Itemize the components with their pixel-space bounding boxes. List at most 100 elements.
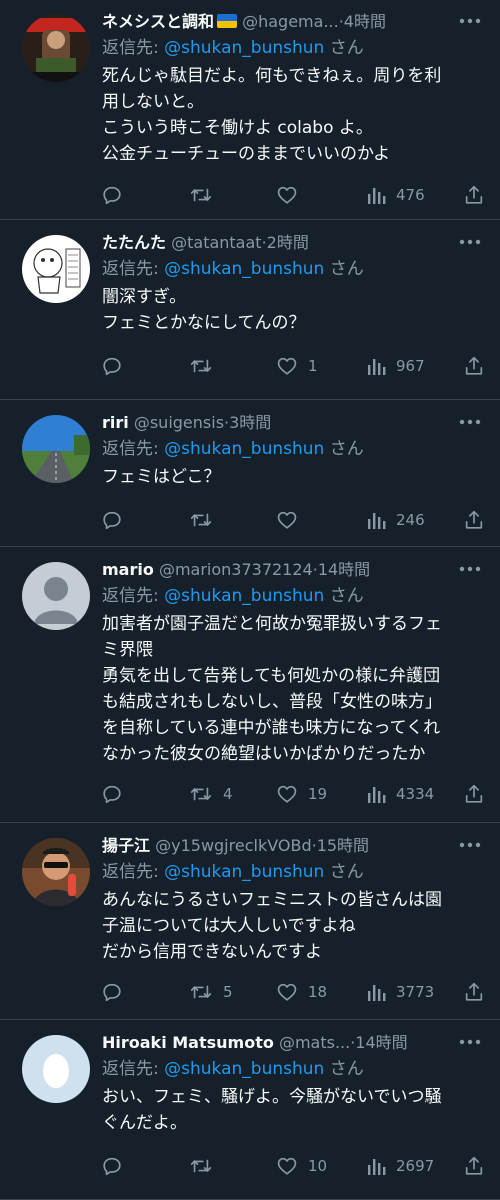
bar-chart-icon: [366, 510, 386, 530]
replying-to: 返信先: @shukan_bunshun さん: [102, 35, 364, 61]
share-button[interactable]: [463, 505, 485, 535]
reply-button[interactable]: [101, 779, 133, 809]
retweet-button[interactable]: [189, 351, 223, 381]
heart-icon: [276, 981, 298, 1003]
tweet[interactable]: 揚子江 @y15wgjreclkVOBd·15時間 返信先: @shukan_bu…: [0, 824, 500, 1020]
more-options-icon[interactable]: [458, 412, 482, 432]
tweet-text: 加害者が園子温だと何故か冤罪扱いするフェ ミ界隈 勇気を出して告発しても何処かの様に…: [102, 611, 482, 767]
tweet[interactable]: たたんた @tatantaat·2時間 返信先: @shukan_bunshun …: [0, 221, 500, 400]
tweet-text-line: 子温については大人しいですよね: [102, 916, 356, 936]
display-name[interactable]: たたんた: [102, 233, 166, 252]
share-button[interactable]: [463, 977, 485, 1007]
more-options-icon[interactable]: [458, 835, 482, 855]
user-handle[interactable]: @suigensis: [134, 413, 224, 432]
views-button[interactable]: 476: [366, 180, 425, 210]
display-name[interactable]: Hiroaki Matsumoto: [102, 1033, 274, 1052]
display-name[interactable]: riri: [102, 413, 129, 432]
reply-button[interactable]: [101, 977, 133, 1007]
replying-to: 返信先: @shukan_bunshun さん: [102, 436, 364, 462]
more-options-icon[interactable]: [458, 232, 482, 252]
reply-prefix: 返信先:: [102, 259, 159, 279]
like-button[interactable]: 10: [276, 1151, 327, 1181]
retweet-button[interactable]: [189, 180, 223, 210]
display-name[interactable]: mario: [102, 560, 154, 579]
retweet-icon: [189, 509, 213, 531]
avatar[interactable]: [22, 14, 90, 82]
user-handle[interactable]: @y15wgjreclkVOBd: [155, 836, 311, 855]
reply-to-link[interactable]: @shukan_bunshun: [164, 38, 324, 58]
share-button[interactable]: [463, 1151, 485, 1181]
display-name[interactable]: ネメシスと調和: [102, 12, 214, 31]
tweet-text-line: 死んじゃ駄目だよ。何もできねぇ。周りを利: [102, 66, 442, 86]
user-handle[interactable]: @tatantaat: [171, 233, 261, 252]
reply-to-link[interactable]: @shukan_bunshun: [164, 586, 324, 606]
retweet-icon: [189, 1155, 213, 1177]
avatar[interactable]: [22, 838, 90, 906]
user-handle[interactable]: @hagema...: [242, 12, 339, 31]
reply-prefix: 返信先:: [102, 862, 159, 882]
share-icon: [463, 184, 485, 206]
tweet-text-line: なかった彼女の絶望はいかばかりだったか: [102, 744, 426, 764]
bar-chart-icon: [366, 1156, 386, 1176]
like-button[interactable]: 19: [276, 779, 327, 809]
tweet-header: mario @marion37372124·14時間: [102, 557, 452, 583]
retweet-count: 5: [223, 983, 233, 1001]
like-button[interactable]: 1: [276, 351, 318, 381]
like-button[interactable]: [276, 180, 308, 210]
avatar[interactable]: [22, 235, 90, 303]
views-button[interactable]: 246: [366, 505, 425, 535]
reply-button[interactable]: [101, 1151, 133, 1181]
user-handle[interactable]: @marion37372124: [159, 560, 313, 579]
timestamp[interactable]: 3時間: [229, 413, 271, 432]
tweet-header: ネメシスと調和 @hagema...·4時間: [102, 9, 452, 35]
display-name[interactable]: 揚子江: [102, 836, 150, 855]
reply-suffix: さん: [329, 586, 364, 606]
more-options-icon[interactable]: [458, 559, 482, 579]
retweet-button[interactable]: [189, 1151, 223, 1181]
views-button[interactable]: 4334: [366, 779, 434, 809]
more-options-icon[interactable]: [458, 1032, 482, 1052]
reply-button[interactable]: [101, 351, 133, 381]
views-button[interactable]: 967: [366, 351, 425, 381]
views-button[interactable]: 2697: [366, 1151, 434, 1181]
tweet-text-line: こういう時こそ働けよ colabo よ。: [102, 118, 373, 138]
timestamp[interactable]: 14時間: [355, 1033, 407, 1052]
tweet[interactable]: Hiroaki Matsumoto @mats...·14時間 返信先: @shu…: [0, 1021, 500, 1200]
reply-to-link[interactable]: @shukan_bunshun: [164, 1059, 324, 1079]
tweet-text: 死んじゃ駄目だよ。何もできねぇ。周りを利 用しないと。 こういう時こそ働けよ col…: [102, 63, 482, 167]
avatar[interactable]: [22, 1035, 90, 1103]
reply-button[interactable]: [101, 180, 133, 210]
timestamp[interactable]: 4時間: [344, 12, 386, 31]
share-button[interactable]: [463, 180, 485, 210]
tweet-text-line: 公金チューチューのままでいいのかよ: [102, 144, 391, 164]
retweet-button[interactable]: [189, 505, 223, 535]
avatar[interactable]: [22, 415, 90, 483]
reply-to-link[interactable]: @shukan_bunshun: [164, 259, 324, 279]
more-options-icon[interactable]: [458, 11, 482, 31]
reply-to-link[interactable]: @shukan_bunshun: [164, 439, 324, 459]
tweet[interactable]: mario @marion37372124·14時間 返信先: @shukan_b…: [0, 548, 500, 823]
retweet-button[interactable]: 4: [189, 779, 233, 809]
tweet[interactable]: riri @suigensis·3時間 返信先: @shukan_bunshun …: [0, 401, 500, 547]
share-button[interactable]: [463, 779, 485, 809]
tweet-text-line: フェミとかなにしてんの？: [102, 313, 306, 333]
tweet-text: おい、フェミ、騒げよ。今騒がないでいつ騒 ぐんだよ。: [102, 1084, 482, 1136]
tweet[interactable]: ネメシスと調和 @hagema...·4時間 返信先: @shukan_bunsh…: [0, 0, 500, 220]
timestamp[interactable]: 14時間: [318, 560, 370, 579]
like-button[interactable]: [276, 505, 308, 535]
reply-icon: [101, 355, 123, 377]
retweet-button[interactable]: 5: [189, 977, 233, 1007]
share-button[interactable]: [463, 351, 485, 381]
tweet-text-line: あんなにうるさいフェミニストの皆さんは園: [102, 890, 442, 910]
avatar[interactable]: [22, 562, 90, 630]
like-button[interactable]: 18: [276, 977, 327, 1007]
replying-to: 返信先: @shukan_bunshun さん: [102, 583, 364, 609]
reply-to-link[interactable]: @shukan_bunshun: [164, 862, 324, 882]
user-handle[interactable]: @mats...: [279, 1033, 350, 1052]
like-count: 1: [308, 357, 318, 375]
timestamp[interactable]: 2時間: [267, 233, 309, 252]
views-button[interactable]: 3773: [366, 977, 434, 1007]
share-icon: [463, 981, 485, 1003]
timestamp[interactable]: 15時間: [317, 836, 369, 855]
reply-button[interactable]: [101, 505, 133, 535]
